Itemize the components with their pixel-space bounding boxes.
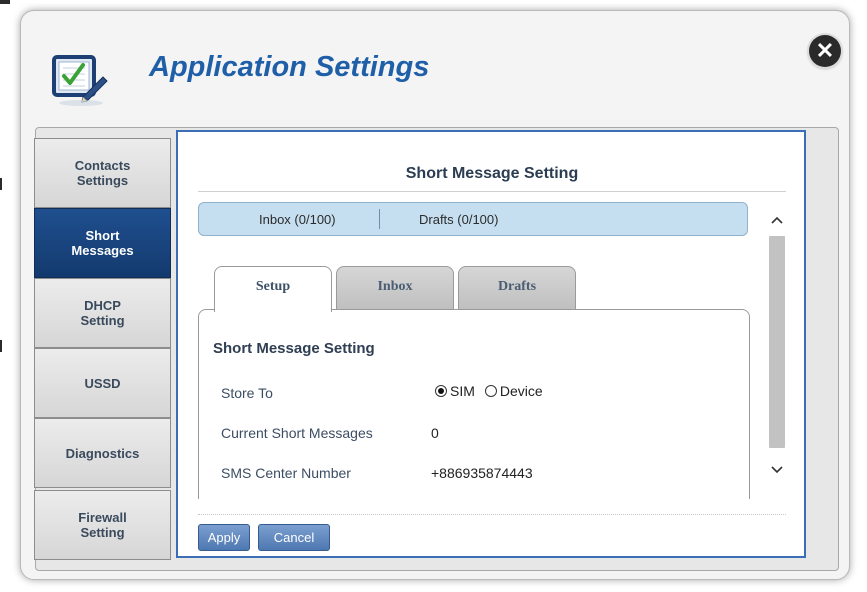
inbox-count: Inbox (0/100) [259, 212, 336, 227]
sidebar-item-contacts-settings[interactable]: Contacts Settings [34, 138, 171, 208]
sidebar-item-dhcp-setting[interactable]: DHCP Setting [34, 278, 171, 348]
scrollbar-thumb[interactable] [769, 236, 785, 448]
divider [379, 209, 380, 229]
checklist-pencil-icon [51, 51, 111, 107]
page-title: Short Message Setting [405, 165, 579, 182]
sidebar-item-ussd[interactable]: USSD [34, 348, 171, 418]
setup-panel: Short Message Setting Store To SIM Devic… [198, 309, 750, 499]
tab-inbox[interactable]: Inbox [336, 266, 454, 310]
current-messages-value: 0 [431, 425, 439, 441]
close-x-icon[interactable]: ✕ [809, 35, 841, 67]
store-to-label: Store To [221, 385, 273, 401]
content-panel: Short Message Setting Inbox (0/100) Draf… [176, 130, 806, 558]
edge-mark [0, 340, 2, 352]
vertical-scrollbar[interactable] [768, 204, 786, 488]
chevron-up-icon[interactable] [768, 212, 786, 232]
store-to-radio-group: SIM Device [435, 383, 553, 399]
section-title: Short Message Setting [213, 340, 375, 357]
sidebar-item-firewall-setting[interactable]: Firewall Setting [34, 490, 171, 560]
device-radio-label[interactable]: Device [500, 383, 543, 399]
sms-center-label: SMS Center Number [221, 465, 351, 481]
cancel-button[interactable]: Cancel [258, 524, 330, 551]
tab-drafts[interactable]: Drafts [458, 266, 576, 310]
divider [198, 191, 786, 192]
chevron-down-icon[interactable] [768, 462, 786, 482]
dialog-header: Application Settings ✕ [21, 11, 849, 121]
drafts-count: Drafts (0/100) [419, 212, 499, 227]
current-messages-label: Current Short Messages [221, 425, 373, 441]
dialog-title: Application Settings [149, 51, 430, 83]
device-radio[interactable] [484, 385, 497, 397]
sim-radio[interactable] [435, 385, 447, 397]
tab-setup[interactable]: Setup [214, 266, 332, 312]
edge-mark [0, 178, 2, 190]
sidebar-item-short-messages[interactable]: Short Messages [34, 208, 171, 278]
divider [198, 514, 786, 515]
sidebar-item-diagnostics[interactable]: Diagnostics [34, 418, 171, 488]
sim-radio-label[interactable]: SIM [450, 383, 475, 399]
apply-button[interactable]: Apply [198, 524, 250, 551]
edge-mark [0, 0, 10, 4]
sms-center-value: +886935874443 [431, 465, 533, 481]
message-counts-bar: Inbox (0/100) Drafts (0/100) [198, 202, 748, 236]
